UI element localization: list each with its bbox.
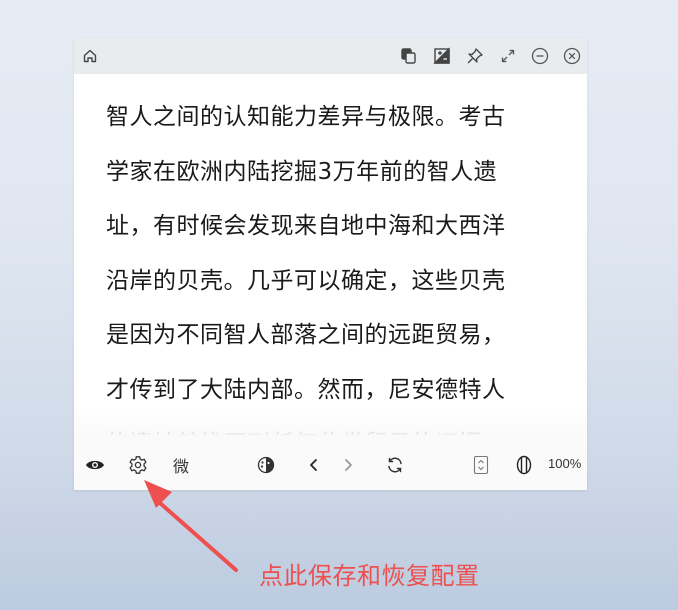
annotation-text: 点此保存和恢复配置 <box>259 562 480 590</box>
annotation-arrow <box>144 480 238 572</box>
